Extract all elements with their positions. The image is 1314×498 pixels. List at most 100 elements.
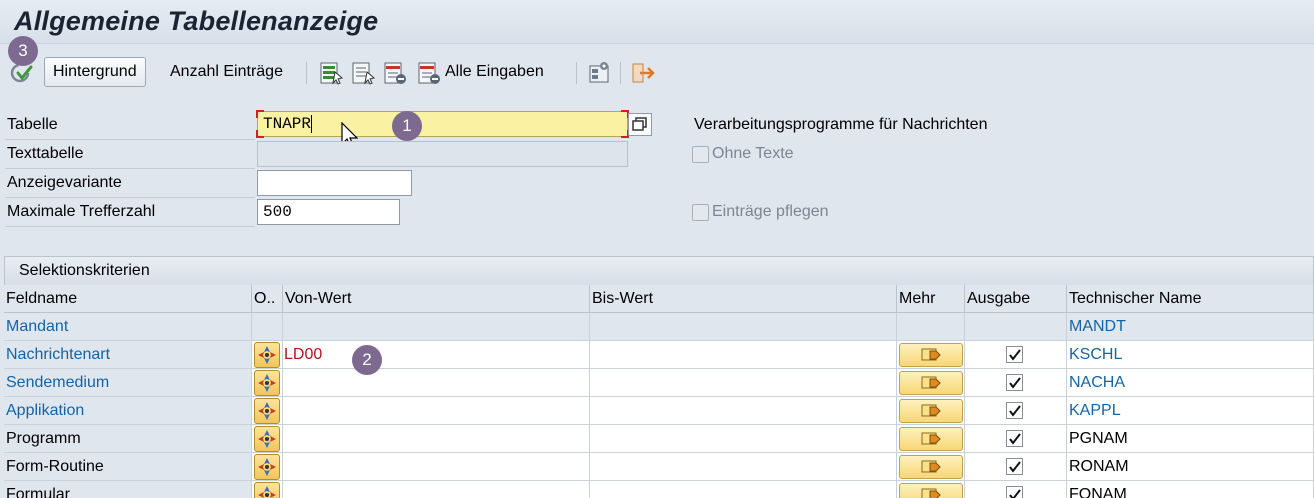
- more-cell: [897, 369, 965, 397]
- output-checkbox[interactable]: [1006, 486, 1023, 498]
- column-header-more[interactable]: Mehr: [897, 285, 965, 313]
- table-row: Form-Routine RONAM: [4, 453, 1314, 481]
- technical-name-cell[interactable]: NACHA: [1067, 369, 1314, 397]
- document-select-icon[interactable]: [350, 60, 376, 86]
- fieldname-cell[interactable]: Nachrichtenart: [4, 341, 252, 369]
- maintain-entries-checkbox[interactable]: [692, 204, 709, 221]
- option-cell[interactable]: [252, 369, 283, 397]
- select-option-icon: [258, 402, 276, 420]
- selection-criteria-title: Selektionskriterien: [19, 262, 150, 279]
- multiple-selection-icon: [921, 376, 941, 389]
- option-cell[interactable]: [252, 481, 283, 498]
- grid-header-row: Feldname O.. Von-Wert Bis-Wert Mehr Ausg…: [4, 285, 1314, 313]
- from-value-input[interactable]: [283, 369, 590, 397]
- value-help-icon: [632, 117, 647, 131]
- table-description: Verarbeitungsprogramme für Nachrichten: [694, 116, 988, 133]
- from-value-input[interactable]: [283, 481, 590, 498]
- multiple-selection-icon: [921, 432, 941, 445]
- texttable-label: Texttabelle: [7, 145, 84, 162]
- label-underline: [5, 168, 255, 169]
- select-option-icon: [258, 486, 276, 498]
- focus-corner: [256, 110, 264, 118]
- option-cell[interactable]: [252, 453, 283, 481]
- settings-form-icon[interactable]: [587, 60, 613, 86]
- max-hits-input[interactable]: 500: [257, 199, 400, 225]
- to-value-input[interactable]: [590, 369, 897, 397]
- checkmark-icon: [1009, 377, 1021, 389]
- multiple-selection-icon: [921, 460, 941, 473]
- column-header-to-value[interactable]: Bis-Wert: [590, 285, 897, 313]
- multiple-selection-icon: [921, 488, 941, 498]
- to-value-input: [590, 313, 897, 341]
- entry-count-button[interactable]: Anzahl Einträge: [170, 63, 283, 81]
- max-hits-label: Maximale Trefferzahl: [7, 203, 156, 220]
- to-value-input[interactable]: [590, 453, 897, 481]
- technical-name-cell: FONAM: [1067, 481, 1314, 498]
- from-value-input[interactable]: [283, 425, 590, 453]
- fieldname-cell[interactable]: Mandant: [4, 313, 252, 341]
- title-bar: Allgemeine Tabellenanzeige: [0, 0, 1314, 44]
- multiple-selection-button[interactable]: [899, 483, 963, 498]
- label-underline: [5, 226, 255, 227]
- multiple-selection-button[interactable]: [899, 455, 963, 479]
- delete-entries-icon[interactable]: [416, 60, 442, 86]
- to-value-input[interactable]: [590, 397, 897, 425]
- column-header-option[interactable]: O..: [252, 285, 283, 313]
- output-checkbox[interactable]: [1006, 430, 1023, 447]
- output-checkbox[interactable]: [1006, 402, 1023, 419]
- technical-name-cell[interactable]: KSCHL: [1067, 341, 1314, 369]
- fieldname-cell[interactable]: Applikation: [4, 397, 252, 425]
- technical-name-cell[interactable]: MANDT: [1067, 313, 1314, 341]
- from-value-input[interactable]: LD00: [283, 341, 590, 369]
- select-option-button[interactable]: [254, 454, 280, 480]
- select-option-button[interactable]: [254, 398, 280, 424]
- option-cell[interactable]: [252, 397, 283, 425]
- select-option-button[interactable]: [254, 482, 280, 498]
- select-option-button[interactable]: [254, 426, 280, 452]
- checkmark-icon: [1009, 349, 1021, 361]
- technical-name-cell[interactable]: KAPPL: [1067, 397, 1314, 425]
- to-value-input[interactable]: [590, 341, 897, 369]
- select-option-icon: [258, 346, 276, 364]
- all-entries-button[interactable]: Alle Eingaben: [445, 63, 544, 81]
- multiple-selection-button[interactable]: [899, 371, 963, 395]
- table-name-input[interactable]: TNAPR: [257, 111, 628, 137]
- option-cell[interactable]: [252, 425, 283, 453]
- output-cell: [965, 397, 1067, 425]
- display-variant-input[interactable]: [257, 170, 412, 196]
- checkmark-icon: [1009, 405, 1021, 417]
- to-value-input[interactable]: [590, 425, 897, 453]
- multiple-selection-button[interactable]: [899, 343, 963, 367]
- export-icon[interactable]: [630, 60, 656, 86]
- column-header-output[interactable]: Ausgabe: [965, 285, 1067, 313]
- multiple-selection-button[interactable]: [899, 399, 963, 423]
- column-header-from-value[interactable]: Von-Wert: [283, 285, 590, 313]
- step-badge-2: 2: [352, 345, 382, 375]
- more-cell: [897, 397, 965, 425]
- label-underline: [5, 197, 255, 198]
- column-header-fieldname[interactable]: Feldname: [4, 285, 252, 313]
- select-options-icon[interactable]: [318, 60, 344, 86]
- page-title: Allgemeine Tabellenanzeige: [14, 6, 379, 36]
- multiple-selection-button[interactable]: [899, 427, 963, 451]
- output-checkbox[interactable]: [1006, 374, 1023, 391]
- value-help-button[interactable]: [628, 113, 652, 136]
- column-header-technical-name[interactable]: Technischer Name: [1067, 285, 1314, 313]
- fieldname-cell[interactable]: Sendemedium: [4, 369, 252, 397]
- no-texts-checkbox[interactable]: [692, 146, 709, 163]
- output-checkbox[interactable]: [1006, 458, 1023, 475]
- to-value-input[interactable]: [590, 481, 897, 498]
- option-cell[interactable]: [252, 341, 283, 369]
- delete-row-icon[interactable]: [382, 60, 408, 86]
- output-checkbox[interactable]: [1006, 346, 1023, 363]
- from-value-input[interactable]: [283, 397, 590, 425]
- table-name-value: TNAPR: [263, 115, 312, 133]
- output-cell: [965, 341, 1067, 369]
- select-option-button[interactable]: [254, 342, 280, 368]
- background-button[interactable]: Hintergrund: [44, 57, 146, 87]
- from-value-input[interactable]: [283, 453, 590, 481]
- step-badge-3: 3: [8, 36, 38, 66]
- select-option-button[interactable]: [254, 370, 280, 396]
- more-cell: [897, 341, 965, 369]
- multiple-selection-icon: [921, 348, 941, 361]
